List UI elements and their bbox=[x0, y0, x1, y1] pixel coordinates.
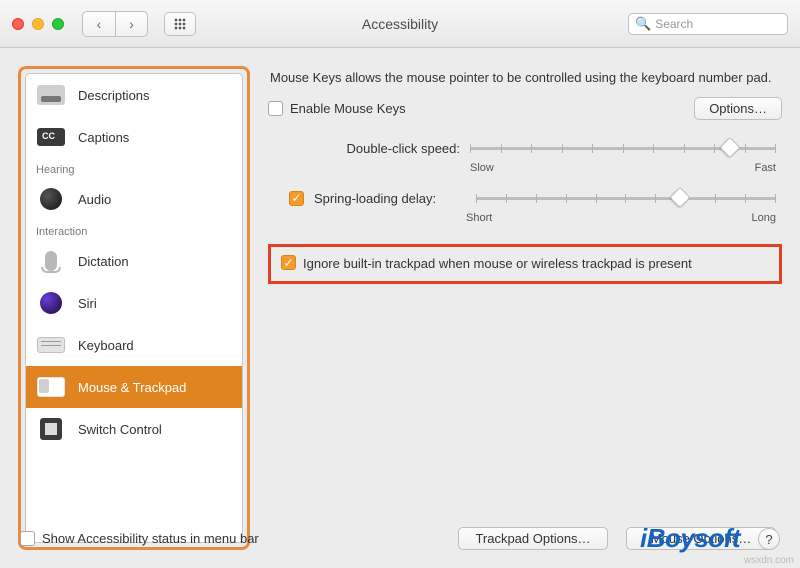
grid-icon bbox=[174, 18, 186, 30]
sidebar-item-siri[interactable]: Siri bbox=[26, 282, 242, 324]
siri-icon bbox=[40, 292, 62, 314]
sidebar-item-descriptions[interactable]: Descriptions bbox=[26, 74, 242, 116]
dclick-min-label: Slow bbox=[470, 162, 494, 174]
slider-thumb[interactable] bbox=[669, 187, 690, 208]
main-panel: Mouse Keys allows the mouse pointer to b… bbox=[268, 66, 782, 550]
sidebar-item-captions[interactable]: Captions bbox=[26, 116, 242, 158]
window-controls bbox=[12, 18, 64, 30]
source-watermark: wsxdn.com bbox=[744, 555, 794, 566]
sidebar-item-audio[interactable]: Audio bbox=[26, 178, 242, 220]
sidebar-item-label: Descriptions bbox=[78, 88, 150, 103]
enable-mouse-keys-label: Enable Mouse Keys bbox=[290, 101, 406, 116]
dclick-max-label: Fast bbox=[755, 162, 776, 174]
search-field[interactable]: 🔍 Search bbox=[628, 13, 788, 35]
prefs-window: ‹ › Accessibility 🔍 Search Descriptions … bbox=[0, 0, 800, 568]
sidebar-item-dictation[interactable]: Dictation bbox=[26, 240, 242, 282]
double-click-speed-group: Double-click speed: Slow Fast bbox=[308, 138, 776, 188]
descriptions-icon bbox=[37, 85, 65, 105]
ignore-trackpad-label: Ignore built-in trackpad when mouse or w… bbox=[303, 255, 692, 273]
switch-icon bbox=[40, 418, 62, 440]
sidebar-section-interaction: Interaction bbox=[26, 220, 242, 240]
sidebar-item-label: Captions bbox=[78, 130, 129, 145]
spring-min-label: Short bbox=[466, 212, 492, 224]
enable-mouse-keys-checkbox[interactable]: Enable Mouse Keys bbox=[268, 101, 406, 116]
show-status-checkbox[interactable]: Show Accessibility status in menu bar bbox=[20, 531, 259, 546]
checkbox-icon: ✓ bbox=[281, 255, 296, 270]
nav-back-forward: ‹ › bbox=[82, 11, 148, 37]
content-body: Descriptions Captions Hearing Audio Inte… bbox=[0, 48, 800, 568]
show-status-label: Show Accessibility status in menu bar bbox=[42, 531, 259, 546]
ignore-trackpad-highlight: ✓ Ignore built-in trackpad when mouse or… bbox=[268, 244, 782, 284]
sidebar-item-label: Siri bbox=[78, 296, 97, 311]
sidebar-item-label: Mouse & Trackpad bbox=[78, 380, 186, 395]
forward-button[interactable]: › bbox=[115, 12, 147, 36]
sidebar-item-label: Audio bbox=[78, 192, 111, 207]
spring-label: Spring-loading delay: bbox=[314, 191, 466, 206]
back-button[interactable]: ‹ bbox=[83, 12, 115, 36]
spring-slider[interactable] bbox=[476, 188, 776, 208]
dclick-slider[interactable] bbox=[470, 138, 776, 158]
intro-text: Mouse Keys allows the mouse pointer to b… bbox=[270, 70, 782, 85]
trackpad-icon bbox=[37, 377, 65, 397]
sidebar-item-label: Switch Control bbox=[78, 422, 162, 437]
options-button[interactable]: Options… bbox=[694, 97, 782, 120]
sidebar-section-hearing: Hearing bbox=[26, 158, 242, 178]
sidebar[interactable]: Descriptions Captions Hearing Audio Inte… bbox=[25, 73, 243, 543]
help-button[interactable]: ? bbox=[758, 528, 780, 550]
trackpad-options-button[interactable]: Trackpad Options… bbox=[458, 527, 608, 550]
titlebar: ‹ › Accessibility 🔍 Search bbox=[0, 0, 800, 48]
sidebar-highlight-frame: Descriptions Captions Hearing Audio Inte… bbox=[18, 66, 250, 550]
sidebar-item-label: Keyboard bbox=[78, 338, 134, 353]
sidebar-item-mouse-trackpad[interactable]: Mouse & Trackpad bbox=[26, 366, 242, 408]
show-all-button[interactable] bbox=[164, 12, 196, 36]
search-placeholder: Search bbox=[655, 17, 693, 31]
spring-loading-group: ✓ Spring-loading delay: Short Long bbox=[268, 188, 776, 238]
keyboard-icon bbox=[37, 337, 65, 353]
sidebar-item-keyboard[interactable]: Keyboard bbox=[26, 324, 242, 366]
brand-watermark: iBoysoft bbox=[640, 523, 740, 554]
spring-max-label: Long bbox=[752, 212, 776, 224]
enable-mouse-keys-row: Enable Mouse Keys Options… bbox=[268, 97, 782, 120]
sidebar-item-label: Dictation bbox=[78, 254, 129, 269]
ignore-trackpad-checkbox[interactable]: ✓ Ignore built-in trackpad when mouse or… bbox=[281, 255, 769, 273]
minimize-icon[interactable] bbox=[32, 18, 44, 30]
close-icon[interactable] bbox=[12, 18, 24, 30]
microphone-icon bbox=[45, 251, 57, 271]
checkbox-icon bbox=[20, 531, 35, 546]
search-icon: 🔍 bbox=[635, 16, 651, 32]
zoom-icon[interactable] bbox=[52, 18, 64, 30]
checkbox-icon bbox=[268, 101, 283, 116]
dclick-label: Double-click speed: bbox=[308, 141, 460, 156]
spring-checkbox[interactable]: ✓ bbox=[289, 191, 304, 206]
slider-thumb[interactable] bbox=[719, 137, 740, 158]
speaker-icon bbox=[40, 188, 62, 210]
captions-icon bbox=[37, 128, 65, 146]
sidebar-item-switch-control[interactable]: Switch Control bbox=[26, 408, 242, 450]
